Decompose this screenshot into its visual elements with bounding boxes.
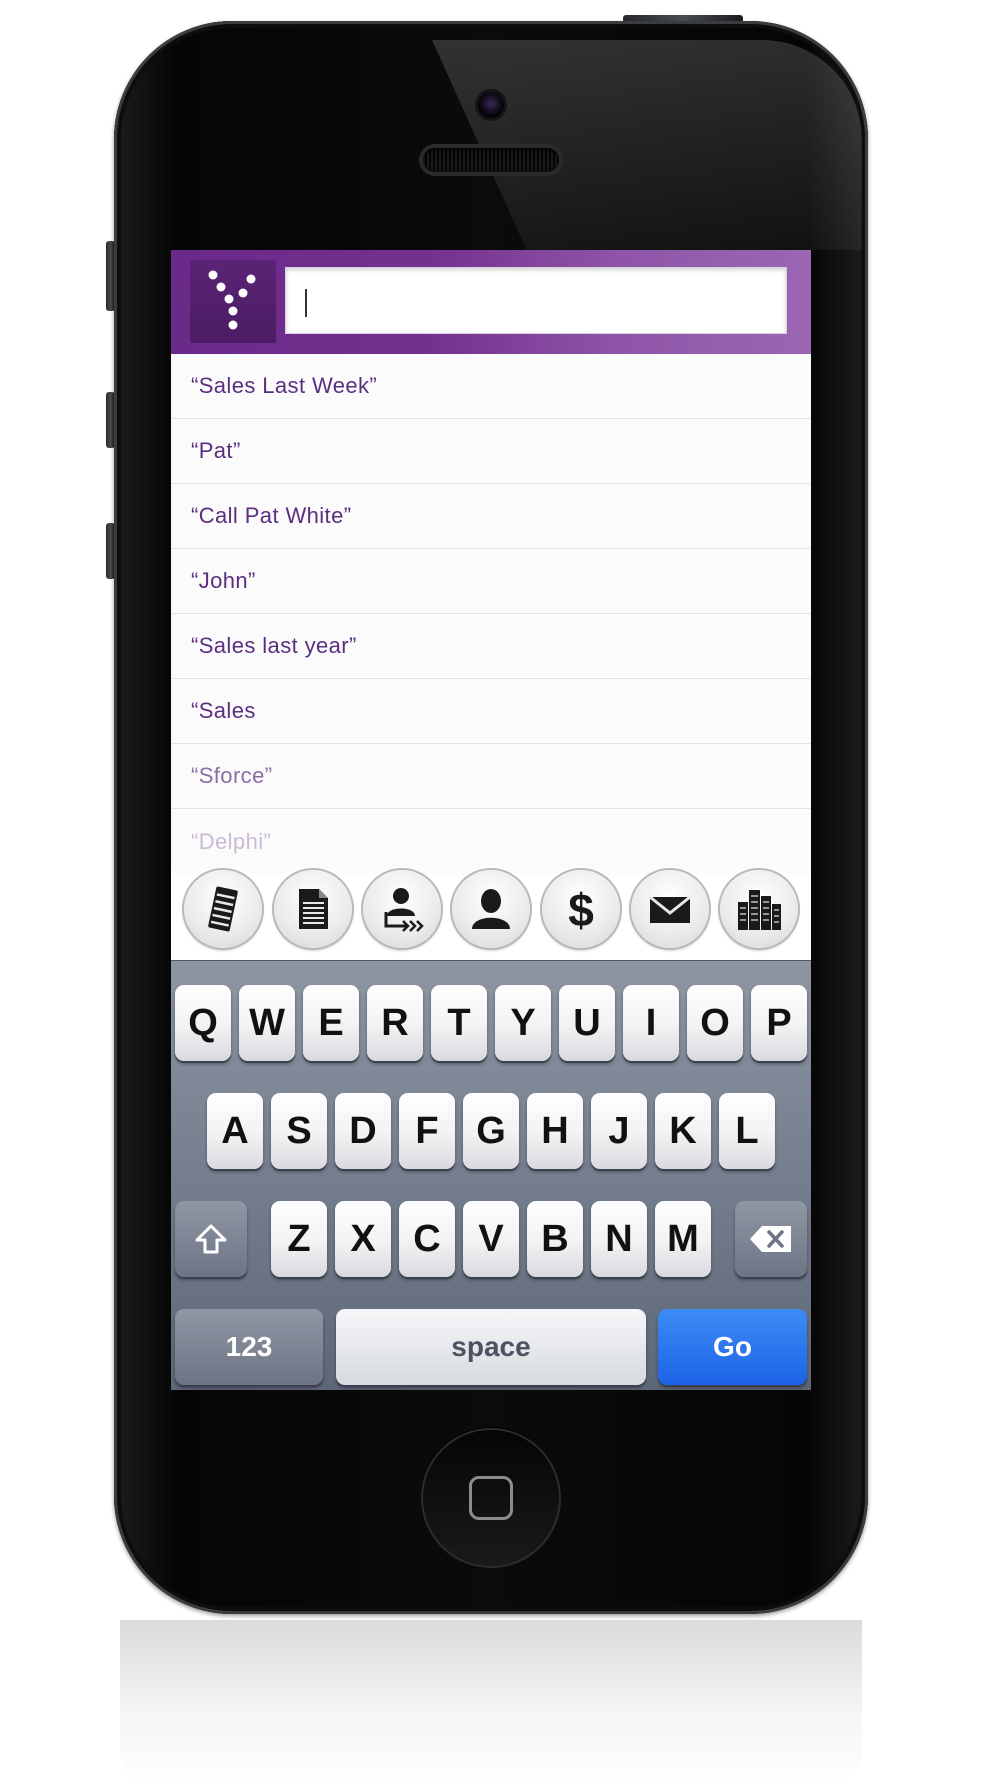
space-key[interactable]: space — [336, 1309, 646, 1385]
phone-reflection — [120, 1620, 862, 1789]
shift-arrow-icon — [195, 1224, 227, 1254]
suggestion-item[interactable]: “John” — [171, 549, 811, 614]
person-icon — [472, 889, 510, 929]
dollar-icon: $ — [568, 884, 594, 934]
go-key[interactable]: Go — [658, 1309, 807, 1385]
screen: “Sales Last Week” “Pat” “Call Pat White”… — [171, 250, 811, 1390]
key-l[interactable]: L — [719, 1093, 775, 1169]
key-b[interactable]: B — [527, 1201, 583, 1277]
category-sales-button[interactable]: $ — [542, 870, 620, 948]
search-field[interactable] — [285, 267, 787, 334]
y-dots-logo-icon — [208, 270, 256, 329]
category-assign-button[interactable] — [363, 870, 441, 948]
text-caret — [305, 289, 307, 317]
category-companies-button[interactable] — [720, 870, 798, 948]
user-transfer-icon — [384, 888, 424, 932]
key-h[interactable]: H — [527, 1093, 583, 1169]
suggestion-item[interactable]: “Call Pat White” — [171, 484, 811, 549]
suggestion-item[interactable]: “Sales Last Week” — [171, 354, 811, 419]
shift-key[interactable] — [175, 1201, 247, 1277]
search-header — [171, 250, 811, 354]
key-v[interactable]: V — [463, 1201, 519, 1277]
key-s[interactable]: S — [271, 1093, 327, 1169]
category-filter-bar: $ — [171, 862, 811, 960]
key-i[interactable]: I — [623, 985, 679, 1061]
category-mail-button[interactable] — [631, 870, 709, 948]
search-input[interactable] — [306, 284, 766, 317]
app-logo[interactable] — [190, 260, 276, 343]
key-y[interactable]: Y — [495, 985, 551, 1061]
category-documents-button[interactable] — [274, 870, 352, 948]
home-button[interactable] — [421, 1428, 561, 1568]
buildings-icon — [738, 890, 781, 930]
key-x[interactable]: X — [335, 1201, 391, 1277]
key-f[interactable]: F — [399, 1093, 455, 1169]
svg-text:$: $ — [568, 884, 594, 934]
key-u[interactable]: U — [559, 985, 615, 1061]
key-r[interactable]: R — [367, 985, 423, 1061]
numbers-key[interactable]: 123 — [175, 1309, 323, 1385]
home-square-icon — [469, 1476, 513, 1520]
document-icon — [299, 889, 328, 929]
key-a[interactable]: A — [207, 1093, 263, 1169]
delete-key[interactable] — [735, 1201, 807, 1277]
list-notes-icon — [208, 886, 238, 932]
key-g[interactable]: G — [463, 1093, 519, 1169]
key-p[interactable]: P — [751, 985, 807, 1061]
category-notes-button[interactable] — [184, 870, 262, 948]
key-z[interactable]: Z — [271, 1201, 327, 1277]
key-d[interactable]: D — [335, 1093, 391, 1169]
front-camera — [478, 92, 504, 118]
key-m[interactable]: M — [655, 1201, 711, 1277]
backspace-icon — [750, 1226, 791, 1252]
key-q[interactable]: Q — [175, 985, 231, 1061]
suggestion-item[interactable]: “Sforce” — [171, 744, 811, 809]
suggestion-list: “Sales Last Week” “Pat” “Call Pat White”… — [171, 354, 811, 874]
key-w[interactable]: W — [239, 985, 295, 1061]
key-k[interactable]: K — [655, 1093, 711, 1169]
key-j[interactable]: J — [591, 1093, 647, 1169]
key-e[interactable]: E — [303, 985, 359, 1061]
mail-icon — [649, 895, 691, 923]
onscreen-keyboard: Q W E R T Y U I O P A S D F G H J K L Z … — [171, 960, 811, 1390]
key-c[interactable]: C — [399, 1201, 455, 1277]
key-o[interactable]: O — [687, 985, 743, 1061]
suggestion-item[interactable]: “Sales — [171, 679, 811, 744]
key-t[interactable]: T — [431, 985, 487, 1061]
category-contacts-button[interactable] — [452, 870, 530, 948]
suggestion-item[interactable]: “Sales last year” — [171, 614, 811, 679]
key-n[interactable]: N — [591, 1201, 647, 1277]
suggestion-item[interactable]: “Pat” — [171, 419, 811, 484]
earpiece-speaker — [423, 148, 559, 172]
